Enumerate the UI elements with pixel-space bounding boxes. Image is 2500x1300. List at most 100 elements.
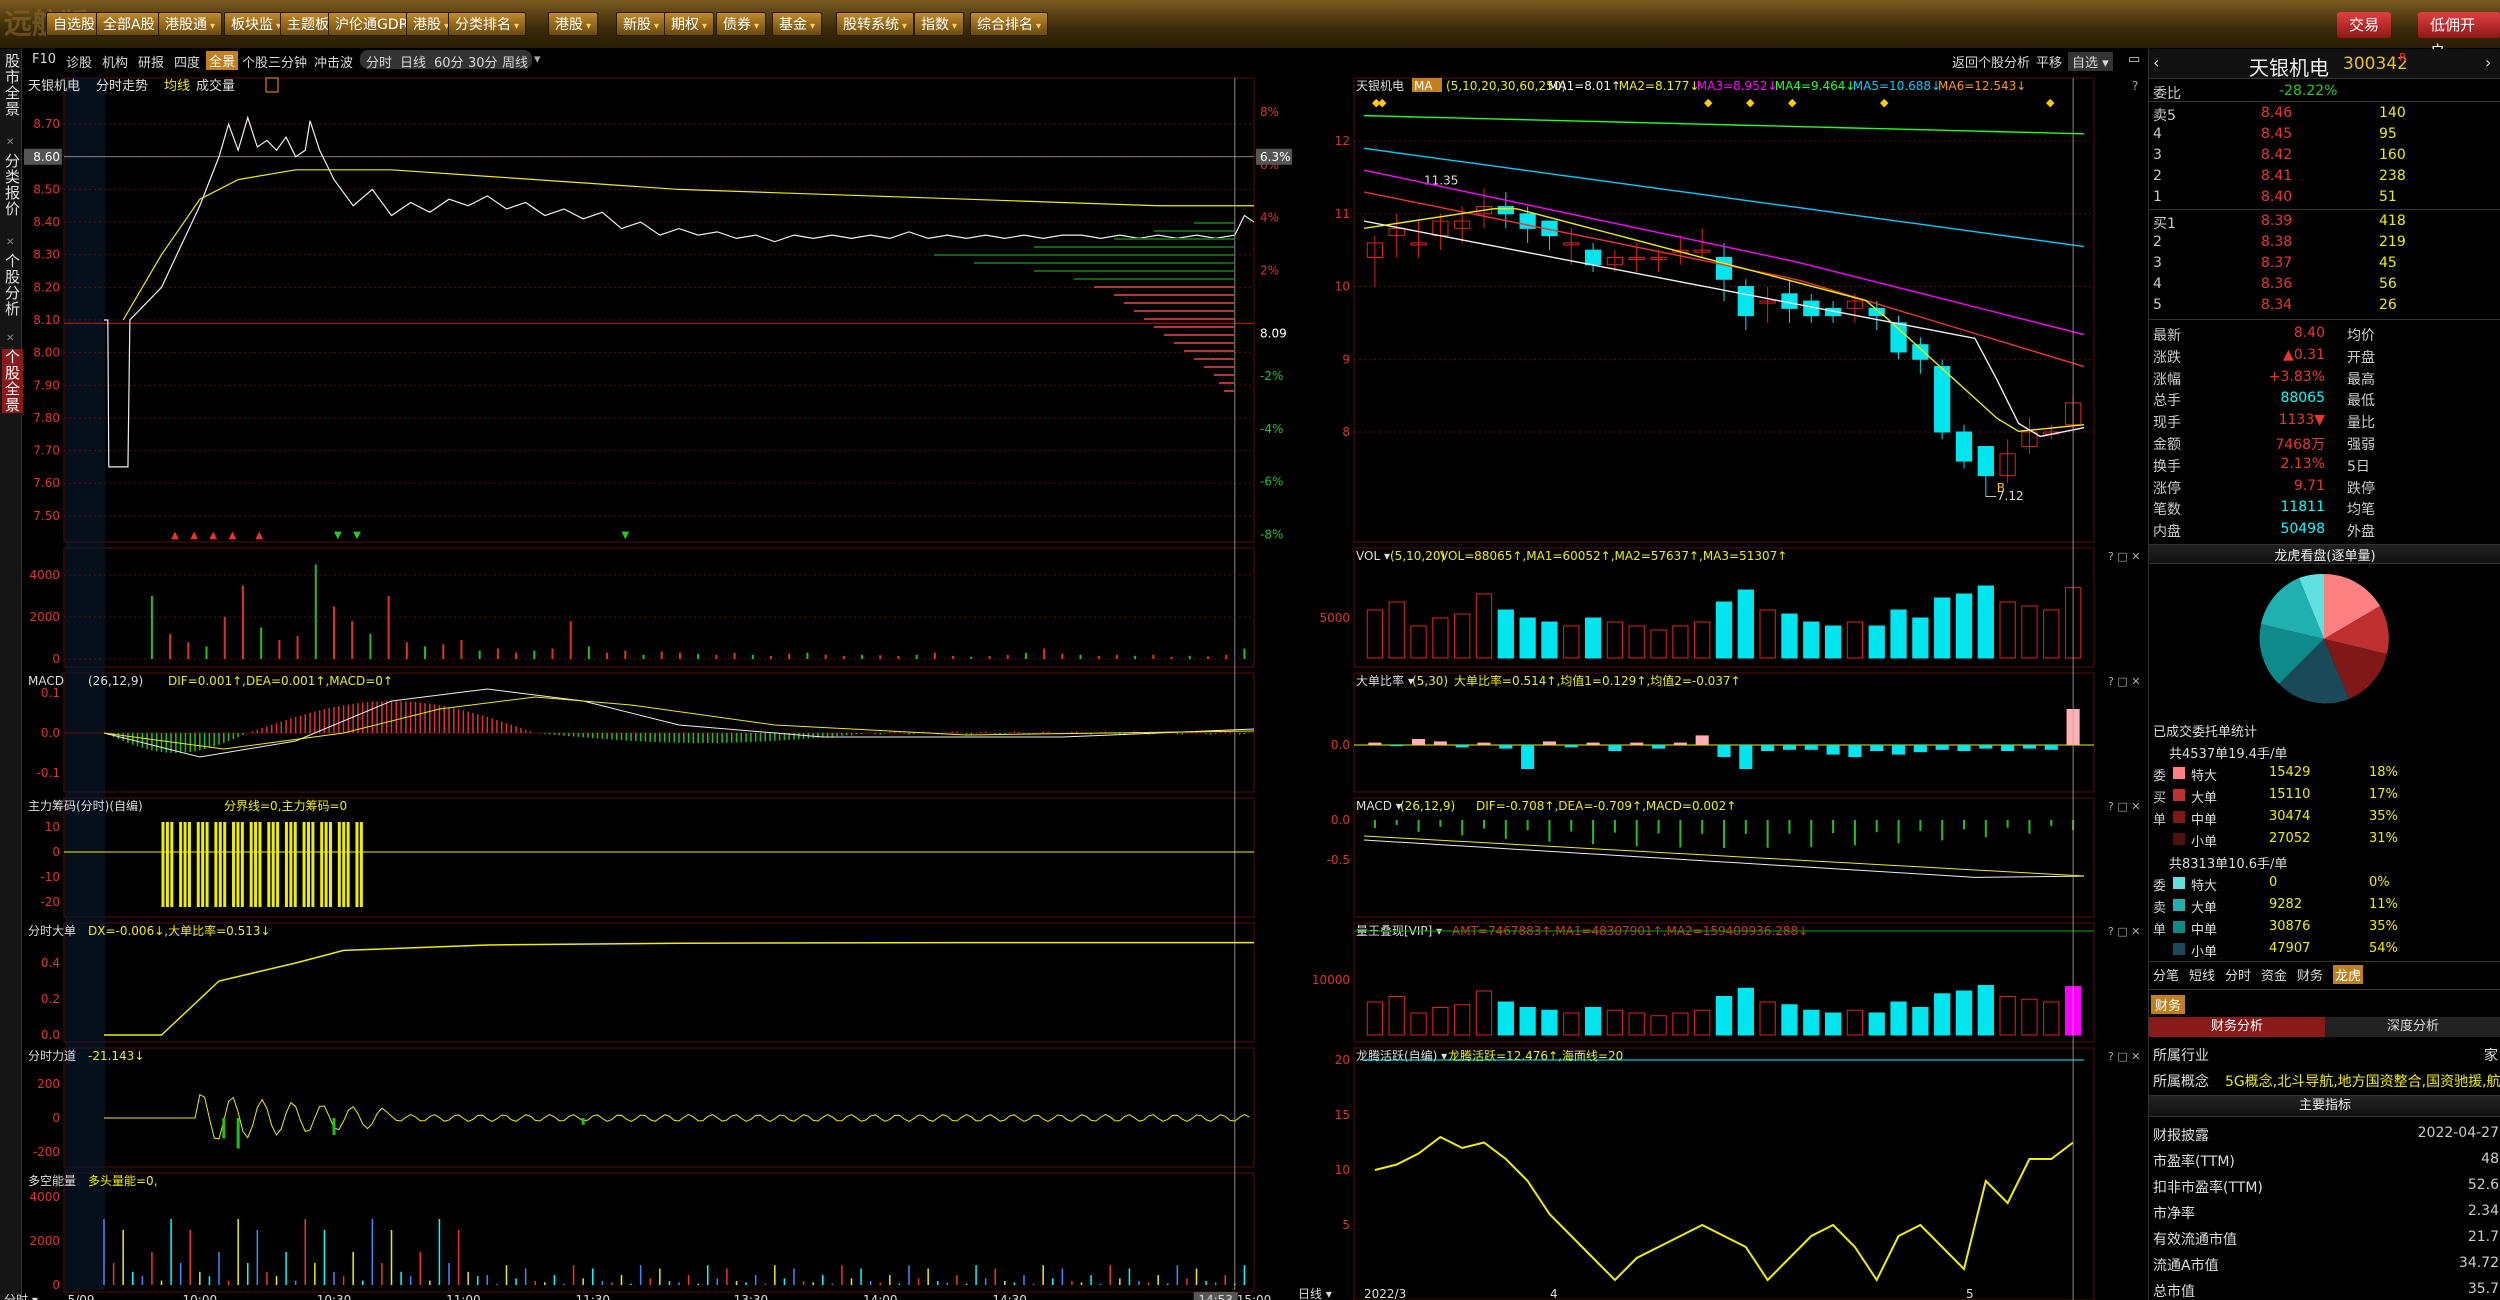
side-label: 委: [2153, 769, 2167, 784]
toolbar-item-14[interactable]: 指数 ▾: [914, 12, 965, 36]
current-pct-label: 6.3%: [1260, 150, 1291, 164]
bottom-tab[interactable]: 财务: [2297, 965, 2323, 984]
ddbl-bar: [1804, 745, 1818, 750]
bid-price[interactable]: 8.37: [2261, 255, 2292, 271]
toolbar-item-7[interactable]: 分类排名 ▾: [448, 12, 527, 36]
back-icon[interactable]: ‹: [2153, 53, 2159, 72]
bid-price[interactable]: 8.36: [2261, 276, 2292, 292]
chip-bar: [1194, 358, 1234, 360]
tab-30min[interactable]: 30分: [468, 52, 498, 71]
trade-button[interactable]: 交易: [2337, 12, 2392, 38]
macd-tick: 0.1: [41, 686, 60, 700]
price-tick: 7.50: [33, 509, 60, 523]
tab-intraday[interactable]: 分时: [366, 52, 392, 71]
toolbar-item-10[interactable]: 期权 ▾: [664, 12, 715, 36]
tab-three-minute[interactable]: 个股三分钟: [242, 52, 307, 71]
finance-analysis-tab[interactable]: 财务分析: [2149, 1017, 2325, 1037]
tab-research[interactable]: 研报: [138, 52, 164, 71]
toolbar-item-11[interactable]: 债券 ▾: [716, 12, 767, 36]
deep-analysis-tab[interactable]: 深度分析: [2325, 1017, 2500, 1037]
vol-bar: [1824, 625, 1842, 659]
macd-params: (26,12,9): [88, 674, 143, 688]
chevron-down-icon[interactable]: ▾: [586, 21, 591, 32]
kmacd-params: (26,12,9): [1400, 799, 1455, 813]
tab-weekly[interactable]: 周线: [502, 52, 528, 71]
next-icon[interactable]: ›: [2485, 53, 2491, 72]
chevron-down-icon[interactable]: ▾: [810, 21, 815, 32]
finance-tab[interactable]: 财务: [2151, 995, 2186, 1014]
ask-price[interactable]: 8.46: [2261, 105, 2292, 121]
bottom-tab[interactable]: 龙虎: [2333, 965, 2364, 984]
toolbar-item-8[interactable]: 港股 ▾: [548, 12, 599, 36]
signal-diamond: ◆: [1880, 96, 1889, 109]
ddbl-bar: [1892, 745, 1906, 755]
ask-volume: 140: [2379, 105, 2406, 121]
toolbar-item-3[interactable]: 板块监 ▾: [224, 12, 289, 36]
watchlist-dropdown[interactable]: 自选 ▾: [2068, 52, 2113, 71]
chevron-down-icon[interactable]: ▾: [902, 21, 907, 32]
lwjx-bar: [1912, 1007, 1929, 1036]
open-account-button[interactable]: 低佣开户: [2418, 12, 2500, 60]
lwjx-bar: [1519, 1007, 1536, 1036]
bid-level: 3: [2153, 255, 2162, 271]
bid-price[interactable]: 8.39: [2261, 213, 2292, 229]
tab-stock-analysis[interactable]: 个股分析: [2, 253, 23, 317]
ask-price[interactable]: 8.45: [2261, 126, 2292, 142]
tab-60min[interactable]: 60分: [434, 52, 464, 71]
back-to-analysis-link[interactable]: 返回个股分析: [1952, 52, 2030, 71]
chevron-down-icon[interactable]: ▾: [654, 21, 659, 32]
chevron-down-icon[interactable]: ▾: [702, 21, 707, 32]
price-line: [104, 115, 1255, 468]
close-icon[interactable]: ✕: [6, 333, 14, 344]
toolbar-item-9[interactable]: 新股 ▾: [616, 12, 667, 36]
toolbar-item-12[interactable]: 基金 ▾: [772, 12, 823, 36]
toolbar-item-2[interactable]: 港股通 ▾: [158, 12, 223, 36]
window-icon[interactable]: ▭: [2128, 52, 2140, 67]
bid-price[interactable]: 8.34: [2261, 297, 2292, 313]
ask-volume: 95: [2379, 126, 2397, 142]
chevron-down-icon[interactable]: ▾: [534, 52, 541, 67]
zljm-bar: [329, 822, 333, 907]
ask-price[interactable]: 8.41: [2261, 168, 2292, 184]
tab-institution[interactable]: 机构: [102, 52, 128, 71]
tab-stock-panorama[interactable]: 个股全景: [2, 349, 23, 413]
close-icon[interactable]: ✕: [6, 237, 14, 248]
tab-impact[interactable]: 冲击波: [314, 52, 353, 71]
toolbar-item-15[interactable]: 综合排名 ▾: [970, 12, 1049, 36]
tab-diagnosis[interactable]: 诊股: [66, 52, 92, 71]
candle-body: [1934, 366, 1951, 433]
ddbl-bar: [1368, 742, 1382, 745]
fin-value: 2.34: [2467, 1203, 2499, 1219]
panel-controls: ? □ ✕: [2108, 550, 2140, 563]
chevron-down-icon[interactable]: ▾: [754, 21, 759, 32]
chevron-down-icon[interactable]: ▾: [952, 21, 957, 32]
tab-market-overview[interactable]: 股市全景: [2, 53, 23, 117]
tab-category-quote[interactable]: 分类报价: [2, 153, 23, 217]
bottom-tab[interactable]: 短线: [2189, 965, 2215, 984]
bottom-tab[interactable]: 资金: [2261, 965, 2287, 984]
chevron-down-icon[interactable]: ▾: [1036, 21, 1041, 32]
tab-f10[interactable]: F10: [32, 52, 56, 67]
vol-bar: [1650, 629, 1667, 659]
chevron-down-icon[interactable]: ▾: [210, 21, 215, 32]
pct-tick: -2%: [1260, 369, 1283, 383]
time-tick: 14:53: [1198, 1293, 1233, 1300]
ask-price[interactable]: 8.40: [2261, 189, 2292, 205]
bottom-tab[interactable]: 分时: [2225, 965, 2251, 984]
zljm-bar: [355, 822, 359, 907]
sell-amount: 0: [2269, 875, 2278, 890]
toolbar-item-0[interactable]: 自选股: [46, 12, 102, 36]
tab-panorama[interactable]: 全景: [206, 51, 239, 70]
toolbar-item-13[interactable]: 股转系统 ▾: [836, 12, 915, 36]
buy-amount: 15110: [2269, 787, 2311, 802]
pan-button[interactable]: 平移: [2036, 52, 2062, 71]
tab-four-degree[interactable]: 四度: [174, 52, 200, 71]
tab-daily[interactable]: 日线: [400, 52, 426, 71]
zljm-values: 分界线=0,主力筹码=0: [224, 799, 347, 813]
close-icon[interactable]: ✕: [6, 137, 14, 148]
ask-price[interactable]: 8.42: [2261, 147, 2292, 163]
bottom-tab[interactable]: 分笔: [2153, 965, 2179, 984]
fsld-values: -21.143↓: [88, 1049, 144, 1063]
chevron-down-icon[interactable]: ▾: [514, 21, 519, 32]
bid-price[interactable]: 8.38: [2261, 234, 2292, 250]
